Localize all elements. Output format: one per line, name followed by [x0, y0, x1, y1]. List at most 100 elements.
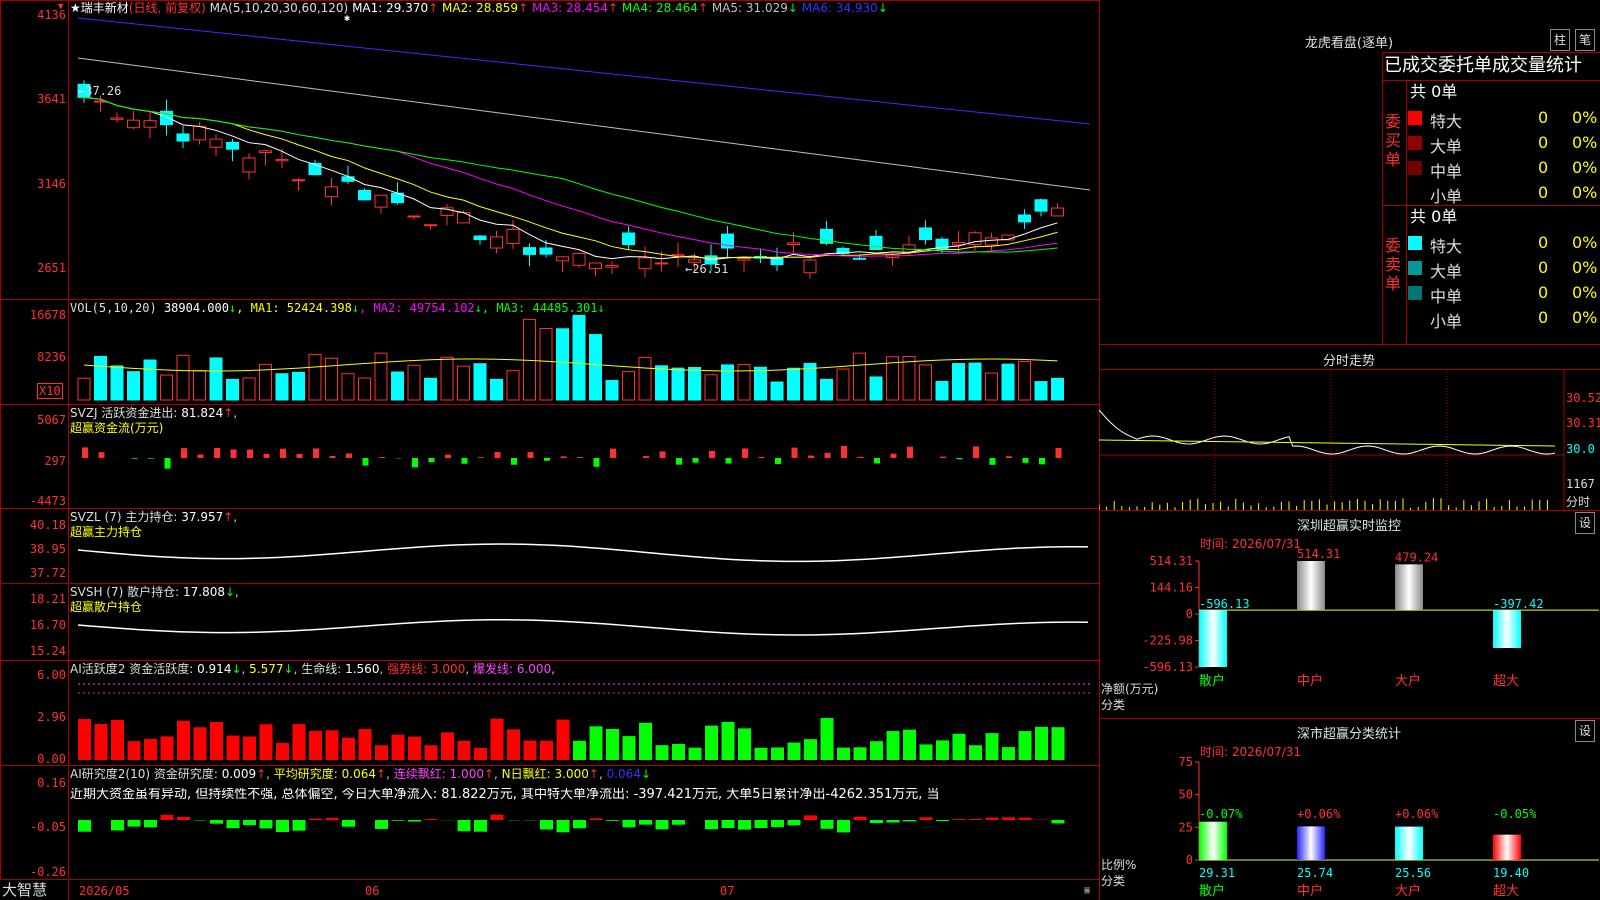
svzj-bar — [973, 446, 979, 458]
ai-research-bar — [870, 820, 883, 824]
svzj-axis-1: 297 — [44, 454, 66, 468]
svzj-bar — [610, 448, 616, 458]
buy-order-row-0[interactable]: 特大 0 0% — [1406, 106, 1600, 131]
category-label-0: 散户 — [1199, 883, 1225, 899]
ai-active-value-4: 3.000 — [430, 662, 466, 676]
sell-order-row-3[interactable]: 小单 0 0% — [1406, 306, 1600, 331]
svzj-bar — [164, 458, 171, 469]
volume-bar — [127, 371, 140, 401]
brand-logo[interactable]: 大智慧 — [2, 881, 47, 899]
intraday-chart[interactable] — [1099, 370, 1600, 510]
ai-active-bar-group — [78, 718, 1065, 760]
volume-bar — [721, 364, 734, 401]
chart-mode[interactable]: (日线, 前复权) — [129, 1, 206, 15]
date-label-jun: 06 — [365, 884, 380, 898]
buy-order-row-1[interactable]: 大单 0 0% — [1406, 131, 1600, 156]
svzj-bar — [131, 458, 138, 459]
ai-active-title: AI活跃度2 — [70, 662, 126, 676]
volume-bar — [902, 356, 916, 401]
ai-active-bar — [490, 718, 504, 760]
volume-bar — [77, 377, 91, 401]
svzj-bar — [593, 458, 600, 467]
ma-param-label: MA(5,10,20,30,60,120) — [209, 1, 349, 15]
ai-active-bar — [507, 729, 520, 760]
ai-active-bar — [936, 740, 949, 760]
ai-research-bar — [589, 818, 603, 820]
ai-active-bar — [276, 742, 289, 760]
volume-bar — [193, 370, 206, 401]
reset-star-icon[interactable]: ✱ — [344, 12, 350, 26]
candle-body — [193, 125, 206, 141]
volume-bar — [853, 352, 866, 401]
buy-order-row-3[interactable]: 小单 0 0% — [1406, 181, 1600, 206]
candle-body — [110, 117, 124, 120]
volume-bar — [968, 362, 982, 401]
ai-active-label-1: 资金活跃度: — [129, 662, 194, 676]
ai-research-label-2: 平均研究度: — [273, 767, 338, 781]
svzl-value: 37.957 — [181, 510, 224, 524]
sell-order-count: 0 — [1538, 258, 1549, 277]
sz-monitor-y-label: 净额(万元) — [1101, 682, 1159, 696]
volume-bar — [704, 374, 718, 401]
buy-order-name: 小单 — [1430, 187, 1463, 206]
svzj-bar — [98, 452, 105, 458]
ai-active-bar — [1002, 747, 1015, 760]
ai-active-bar — [226, 735, 240, 760]
intraday-tab[interactable]: 分时 — [1566, 493, 1590, 510]
ai-active-bar — [160, 736, 174, 760]
volume-bar — [160, 374, 173, 401]
sell-order-name: 中单 — [1430, 287, 1463, 306]
ai-active-bar — [919, 744, 933, 760]
ai-research-value-3: 1.000 — [449, 767, 484, 781]
sz-class-y-label: 比例% — [1101, 858, 1137, 872]
sell-order-swatch — [1408, 261, 1422, 275]
volume-bar — [770, 381, 784, 401]
svzj-bar — [494, 452, 501, 458]
stock-name[interactable]: 瑞丰新材 — [81, 1, 129, 15]
category-bar-1 — [1297, 826, 1325, 860]
buy-order-swatch — [1408, 186, 1422, 200]
svzj-bar — [478, 457, 484, 458]
ma-arrow-3: ↑ — [608, 1, 619, 15]
volume-bar — [490, 378, 503, 401]
volume-bar — [94, 355, 107, 401]
dragon-tiger-bar-button[interactable]: 柱 — [1550, 29, 1570, 51]
svzj-bar — [791, 447, 798, 458]
ai-active-bar — [1035, 726, 1048, 760]
volume-bar — [325, 357, 338, 401]
volume-bar — [242, 377, 256, 401]
sz-class-settings-button[interactable]: 设 — [1575, 720, 1595, 742]
ai-active-bar — [193, 727, 207, 760]
candle-body — [523, 247, 536, 255]
sell-order-row-2[interactable]: 中单 0 0% — [1406, 281, 1600, 306]
candle-body — [209, 138, 223, 148]
buy-order-count: 0 — [1538, 133, 1549, 152]
dragon-tiger-tick-button[interactable]: 笔 — [1575, 29, 1595, 51]
svsh-title: SVSH (7) — [70, 585, 124, 599]
dragon-tiger-title: 龙虎看盘(逐单) — [1304, 36, 1394, 51]
svsh-header: SVSH (7) 散户持仓: 17.808↓, — [70, 585, 239, 599]
ma-value-4: 28.464 — [655, 1, 698, 15]
volume-axis-1: 8236 — [37, 350, 66, 364]
ma-value-5: 31.029 — [745, 1, 788, 15]
buy-order-swatch — [1408, 161, 1422, 175]
sell-order-row-1[interactable]: 大单 0 0% — [1406, 256, 1600, 281]
svsh-axis-0: 18.21 — [29, 592, 66, 606]
svzj-bar — [1039, 458, 1045, 465]
buy-order-row-2[interactable]: 中单 0 0% — [1406, 156, 1600, 181]
ai-research-value-5: 0.064 — [606, 767, 641, 781]
lock-icon[interactable]: ▣ — [1084, 884, 1090, 898]
candle-body — [490, 236, 503, 249]
ai-research-bar — [672, 820, 685, 825]
sell-order-row-0[interactable]: 特大 0 0% — [1406, 231, 1600, 256]
volume-unit-badge[interactable]: X10 — [37, 383, 63, 399]
candle-body — [1051, 207, 1064, 217]
ai-research-bar — [127, 820, 141, 827]
volume-bar — [292, 371, 305, 401]
ai-research-bar — [276, 820, 289, 833]
svzj-subtitle: 超赢资金流(万元) — [70, 421, 164, 435]
category-value-label-0: -596.13 — [1199, 597, 1250, 611]
ai-active-bar — [985, 733, 999, 760]
ai-active-bar — [375, 745, 388, 760]
candle-body — [358, 189, 371, 201]
